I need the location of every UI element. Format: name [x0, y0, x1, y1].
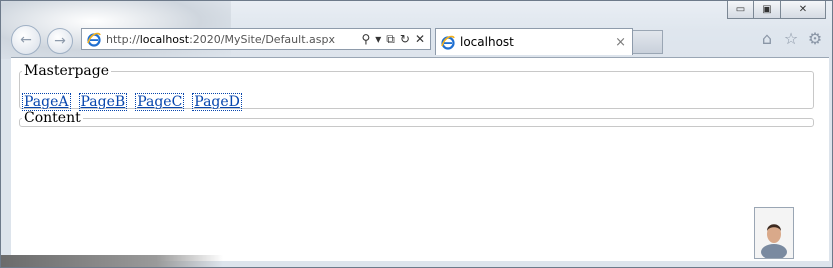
bottom-shadow	[1, 255, 223, 267]
settings-gear-icon[interactable]: ⚙	[806, 29, 824, 48]
ie-icon	[86, 31, 102, 47]
link-pageb[interactable]: PageB	[78, 93, 128, 111]
masterpage-legend: Masterpage	[24, 63, 110, 79]
content-fieldset: Content	[19, 111, 814, 127]
address-bar-icons: ⚲ ▾ ⧉ ↻ ✕	[361, 32, 430, 47]
user-avatar	[754, 207, 794, 259]
compatibility-view-icon[interactable]: ⧉	[386, 32, 395, 47]
stop-icon[interactable]: ✕	[415, 32, 425, 47]
page-viewport: Masterpage PageA PageB PageC PageD Conte…	[11, 57, 829, 261]
masterpage-fieldset: Masterpage PageA PageB PageC PageD	[19, 63, 814, 111]
link-paged[interactable]: PageD	[192, 93, 242, 111]
new-tab-button[interactable]	[633, 30, 663, 54]
tab-title: localhost	[460, 35, 514, 49]
forward-button[interactable]: →	[47, 28, 73, 54]
close-button[interactable]: ✕	[781, 1, 826, 19]
page-links: PageA PageB PageC PageD	[22, 93, 242, 111]
address-bar[interactable]: http://localhost:2020/MySite/Default.asp…	[81, 28, 431, 50]
content-legend: Content	[24, 110, 81, 126]
minimize-button[interactable]: ▭	[727, 1, 754, 19]
link-pagea[interactable]: PageA	[22, 93, 71, 111]
window-controls: ▭ ▣ ✕	[727, 1, 826, 19]
toolbar-icons: ⌂ ☆ ⚙	[758, 29, 824, 48]
forward-arrow-icon: →	[54, 33, 66, 49]
url-text[interactable]: http://localhost:2020/MySite/Default.asp…	[106, 33, 335, 46]
link-pagec[interactable]: PageC	[135, 93, 185, 111]
refresh-icon[interactable]: ↻	[400, 32, 410, 47]
chevron-down-icon[interactable]: ▾	[375, 32, 381, 47]
browser-window: ▭ ▣ ✕ ← → http://localhost:2020/MySite/D…	[0, 0, 833, 268]
back-arrow-icon: ←	[20, 32, 32, 48]
maximize-button[interactable]: ▣	[754, 1, 781, 19]
search-icon[interactable]: ⚲	[361, 32, 370, 47]
favorites-star-icon[interactable]: ☆	[782, 29, 800, 48]
home-icon[interactable]: ⌂	[758, 29, 776, 48]
tab-localhost[interactable]: localhost ×	[435, 28, 633, 55]
back-button[interactable]: ←	[11, 25, 41, 55]
ie-icon	[440, 34, 456, 50]
close-tab-icon[interactable]: ×	[615, 35, 626, 50]
